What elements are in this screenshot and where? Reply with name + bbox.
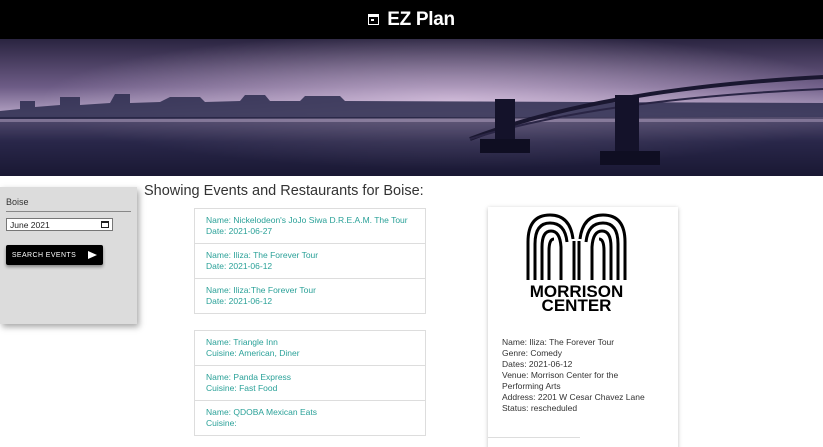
event-date: Date: 2021-06-12 — [206, 261, 273, 271]
venue-logo: MORRISON CENTER — [498, 207, 655, 315]
detail-status: Status: rescheduled — [502, 403, 578, 413]
detail-genre: Genre: Comedy — [502, 348, 562, 358]
detail-venue: Venue: Morrison Center for the — [502, 370, 619, 380]
brand[interactable]: EZ Plan — [368, 9, 455, 31]
restaurant-item[interactable]: Name: Panda Express Cuisine: Fast Food — [195, 366, 425, 401]
event-details: Name: Iliza: The Forever Tour Genre: Com… — [502, 337, 672, 414]
send-icon — [88, 251, 98, 259]
app-title: EZ Plan — [387, 8, 455, 30]
restaurant-cuisine: Cuisine: Fast Food — [206, 383, 278, 393]
results-heading: Showing Events and Restaurants for Boise… — [144, 183, 424, 199]
search-panel: Boise June 2021 SEARCH EVENTS — [0, 187, 137, 324]
month-value: June 2021 — [10, 219, 50, 230]
restaurant-cuisine: Cuisine: — [206, 418, 237, 428]
logo-line-2: CENTER — [542, 296, 612, 312]
event-name: Name: Nickelodeon's JoJo Siwa D.R.E.A.M.… — [206, 215, 408, 225]
event-name: Name: Iliza:The Forever Tour — [206, 285, 316, 295]
event-item[interactable]: Name: Nickelodeon's JoJo Siwa D.R.E.A.M.… — [195, 209, 425, 244]
search-events-button[interactable]: SEARCH EVENTS — [6, 245, 103, 265]
restaurants-list: Name: Triangle Inn Cuisine: American, Di… — [194, 330, 426, 436]
event-detail-card: MORRISON CENTER Name: Iliza: The Forever… — [488, 207, 678, 447]
restaurant-cuisine: Cuisine: American, Diner — [206, 348, 300, 358]
restaurant-item[interactable]: Name: QDOBA Mexican Eats Cuisine: — [195, 401, 425, 435]
detail-address: Address: 2201 W Cesar Chavez Lane — [502, 392, 645, 402]
events-list: Name: Nickelodeon's JoJo Siwa D.R.E.A.M.… — [194, 208, 426, 314]
restaurant-name: Name: Triangle Inn — [206, 337, 278, 347]
event-date: Date: 2021-06-27 — [206, 226, 273, 236]
top-navbar: EZ Plan — [0, 0, 823, 39]
calendar-icon — [368, 14, 380, 25]
detail-venue-cont: Performing Arts — [502, 381, 561, 391]
month-picker[interactable]: June 2021 — [6, 218, 113, 231]
divider — [488, 437, 580, 438]
restaurant-name: Name: Panda Express — [206, 372, 292, 382]
restaurant-item[interactable]: Name: Triangle Inn Cuisine: American, Di… — [195, 331, 425, 366]
detail-name: Name: Iliza: The Forever Tour — [502, 337, 615, 347]
event-item[interactable]: Name: Iliza:The Forever Tour Date: 2021-… — [195, 279, 425, 313]
detail-dates: Dates: 2021-06-12 — [502, 359, 573, 369]
search-events-label: SEARCH EVENTS — [11, 251, 77, 259]
event-date: Date: 2021-06-12 — [206, 296, 273, 306]
restaurant-name: Name: QDOBA Mexican Eats — [206, 407, 318, 417]
hero-banner-image — [0, 39, 823, 176]
city-input[interactable]: Boise — [6, 195, 131, 212]
event-item[interactable]: Name: Iliza: The Forever Tour Date: 2021… — [195, 244, 425, 279]
calendar-icon[interactable] — [101, 221, 109, 228]
event-name: Name: Iliza: The Forever Tour — [206, 250, 319, 260]
